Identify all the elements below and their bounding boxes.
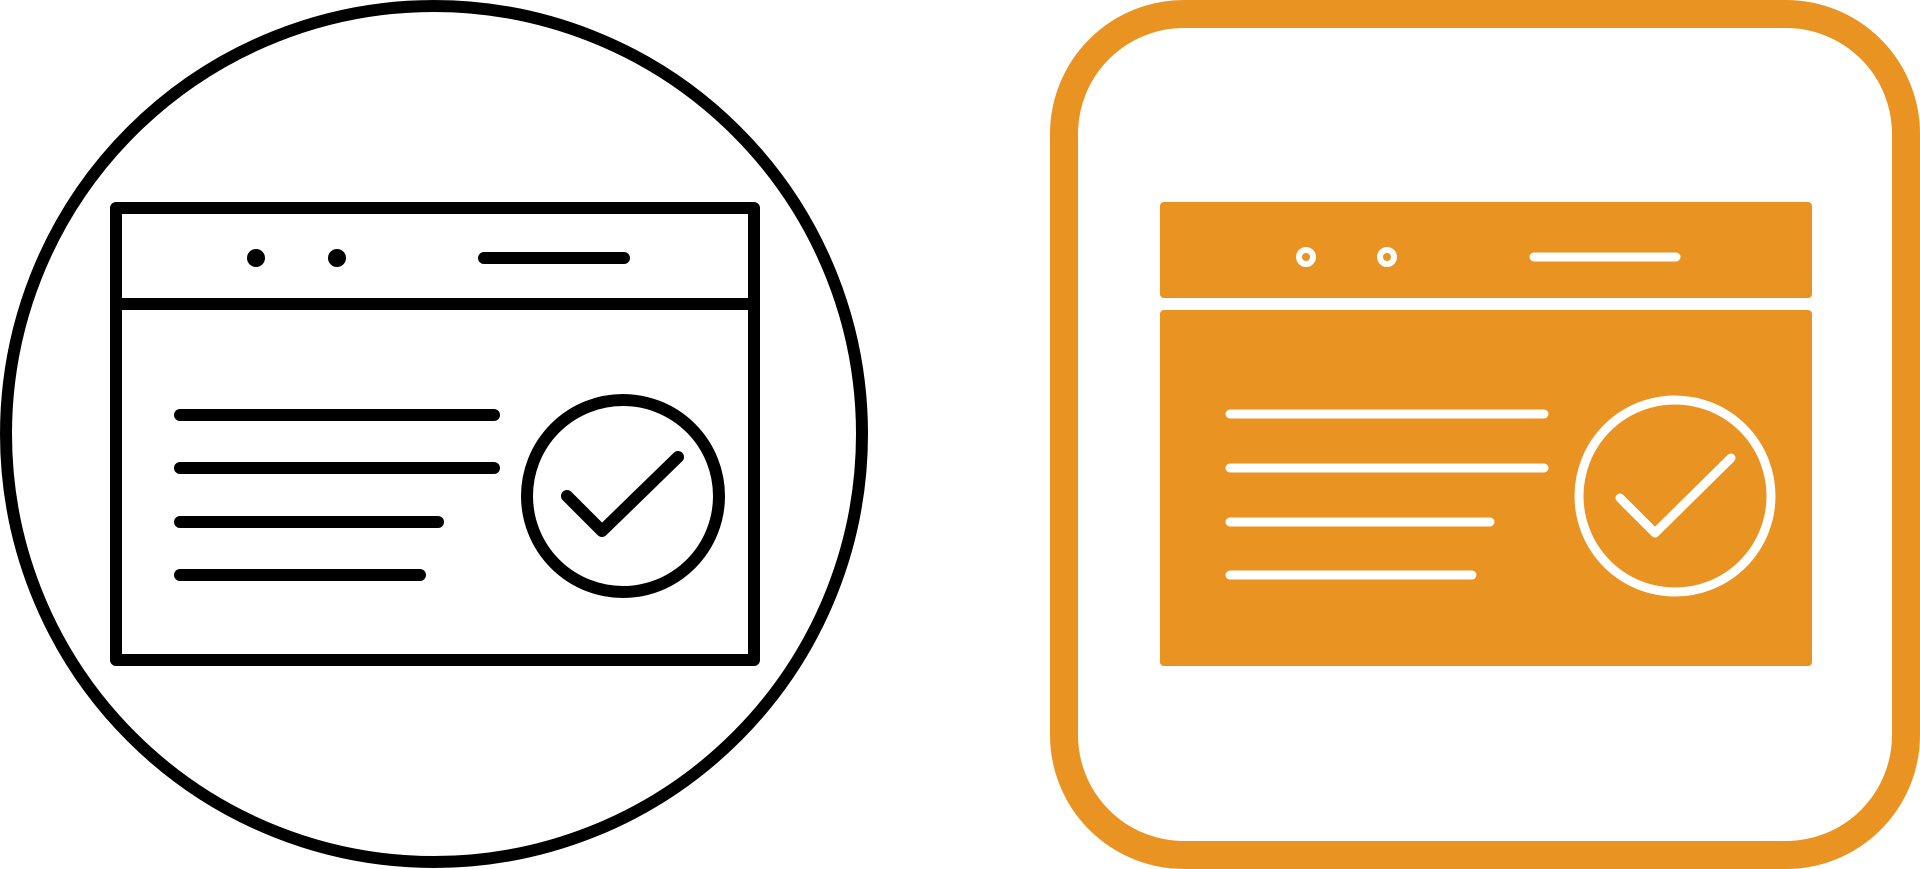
web-page-approved-outline-icon xyxy=(0,0,870,869)
browser-window-frame xyxy=(110,202,760,666)
checkmark-icon xyxy=(561,451,684,537)
browser-window-icon xyxy=(1160,202,1812,666)
check-circle xyxy=(521,394,725,598)
browser-window-icon xyxy=(110,202,760,666)
window-dot-2 xyxy=(328,249,346,267)
browser-title-bar xyxy=(1160,202,1812,298)
browser-content-area xyxy=(1160,310,1812,666)
web-page-approved-filled-icon xyxy=(1050,0,1920,869)
window-dot-1 xyxy=(247,249,265,267)
circle-frame xyxy=(0,0,868,868)
web-page-approved-filled-svg xyxy=(1050,0,1920,869)
web-page-approved-outline-svg xyxy=(0,0,868,868)
